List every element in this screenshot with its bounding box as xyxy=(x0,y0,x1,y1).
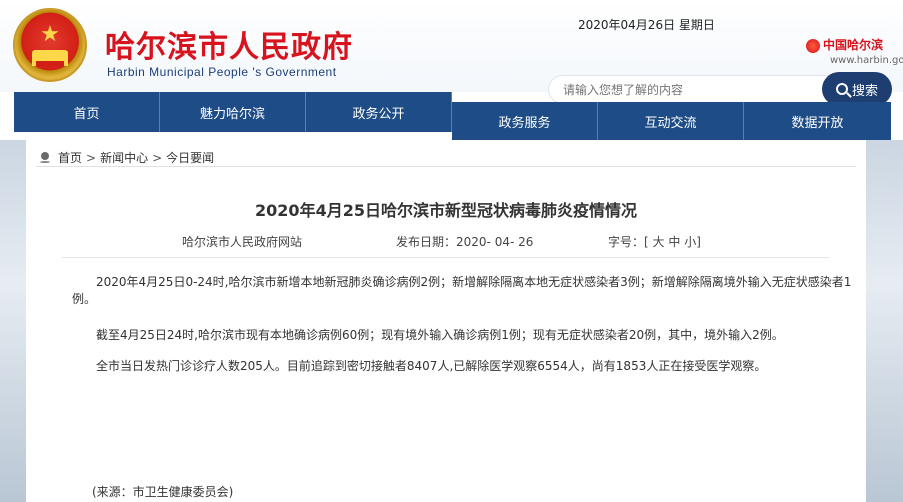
article-source-site: 哈尔滨市人民政府网站 xyxy=(182,235,303,249)
font-size-control: 字号：[ 大 中 小] xyxy=(608,233,701,250)
national-emblem-icon: ★ xyxy=(13,8,87,82)
font-size-close: ] xyxy=(696,235,701,249)
nav-interaction[interactable]: 互动交流 xyxy=(598,102,744,140)
article-paragraph-1: 2020年4月25日0-24时,哈尔滨市新增本地新冠肺炎确诊病例2例；新增解除隔… xyxy=(72,275,852,306)
article-source: (来源：市卫生健康委员会) xyxy=(92,485,234,499)
right-background xyxy=(863,140,903,502)
date-value: 2020- 04- 26 xyxy=(456,235,534,249)
article-title: 2020年4月25日哈尔滨市新型冠状病毒肺炎疫情情况 xyxy=(255,201,637,220)
nav-home[interactable]: 首页 xyxy=(14,92,160,132)
breadcrumb-news-center[interactable]: 新闻中心 xyxy=(100,149,148,166)
nav-government-services[interactable]: 政务服务 xyxy=(452,102,598,140)
breadcrumb-home[interactable]: 首页 xyxy=(58,149,82,166)
date-label: 发布日期： xyxy=(396,235,457,249)
site-domain: www.harbin.gov.cn xyxy=(830,55,903,66)
search-icon xyxy=(835,83,848,95)
font-size-medium[interactable]: 中 xyxy=(668,235,680,249)
meta-divider xyxy=(62,257,830,258)
nav-charm-harbin[interactable]: 魅力哈尔滨 xyxy=(160,92,306,132)
article-paragraph-2: 截至4月25日24时,哈尔滨市现有本地确诊病例60例；现有境外输入确诊病例1例；… xyxy=(96,328,784,342)
site-title[interactable]: 哈尔滨市人民政府 xyxy=(105,22,353,66)
font-size-label: 字号：[ xyxy=(608,235,649,249)
breadcrumb: 首页 > 新闻中心 > 今日要闻 xyxy=(40,149,214,166)
font-size-small[interactable]: 小 xyxy=(684,235,696,249)
breadcrumb-today-news[interactable]: 今日要闻 xyxy=(166,149,214,166)
logo-text: 中国哈尔滨 xyxy=(823,38,884,52)
search-button-label: 搜索 xyxy=(851,83,878,99)
breadcrumb-separator: > xyxy=(86,150,97,165)
article-date: 发布日期：2020- 04- 26 xyxy=(396,233,533,250)
site-subtitle: Harbin Municipal People 's Government xyxy=(107,65,337,79)
nav-open-data[interactable]: 数据开放 xyxy=(744,102,891,140)
article-panel: 首页 > 新闻中心 > 今日要闻 2020年4月25日哈尔滨市新型冠状病毒肺炎疫… xyxy=(26,140,866,502)
breadcrumb-separator: > xyxy=(152,150,163,165)
current-date: 2020年04月26日 星期日 xyxy=(578,18,715,32)
location-pin-icon xyxy=(40,151,50,164)
article-paragraph-3: 全市当日发热门诊诊疗人数205人。目前追踪到密切接触者8407人,已解除医学观察… xyxy=(96,359,767,373)
breadcrumb-divider xyxy=(36,166,856,167)
search-input[interactable] xyxy=(548,75,838,104)
nav-government-affairs[interactable]: 政务公开 xyxy=(306,92,452,132)
font-size-large[interactable]: 大 xyxy=(653,235,665,249)
china-harbin-logo[interactable]: 中国哈尔滨 xyxy=(806,36,883,53)
logo-mark-icon xyxy=(806,38,820,53)
search-button[interactable]: 搜索 xyxy=(822,72,892,106)
